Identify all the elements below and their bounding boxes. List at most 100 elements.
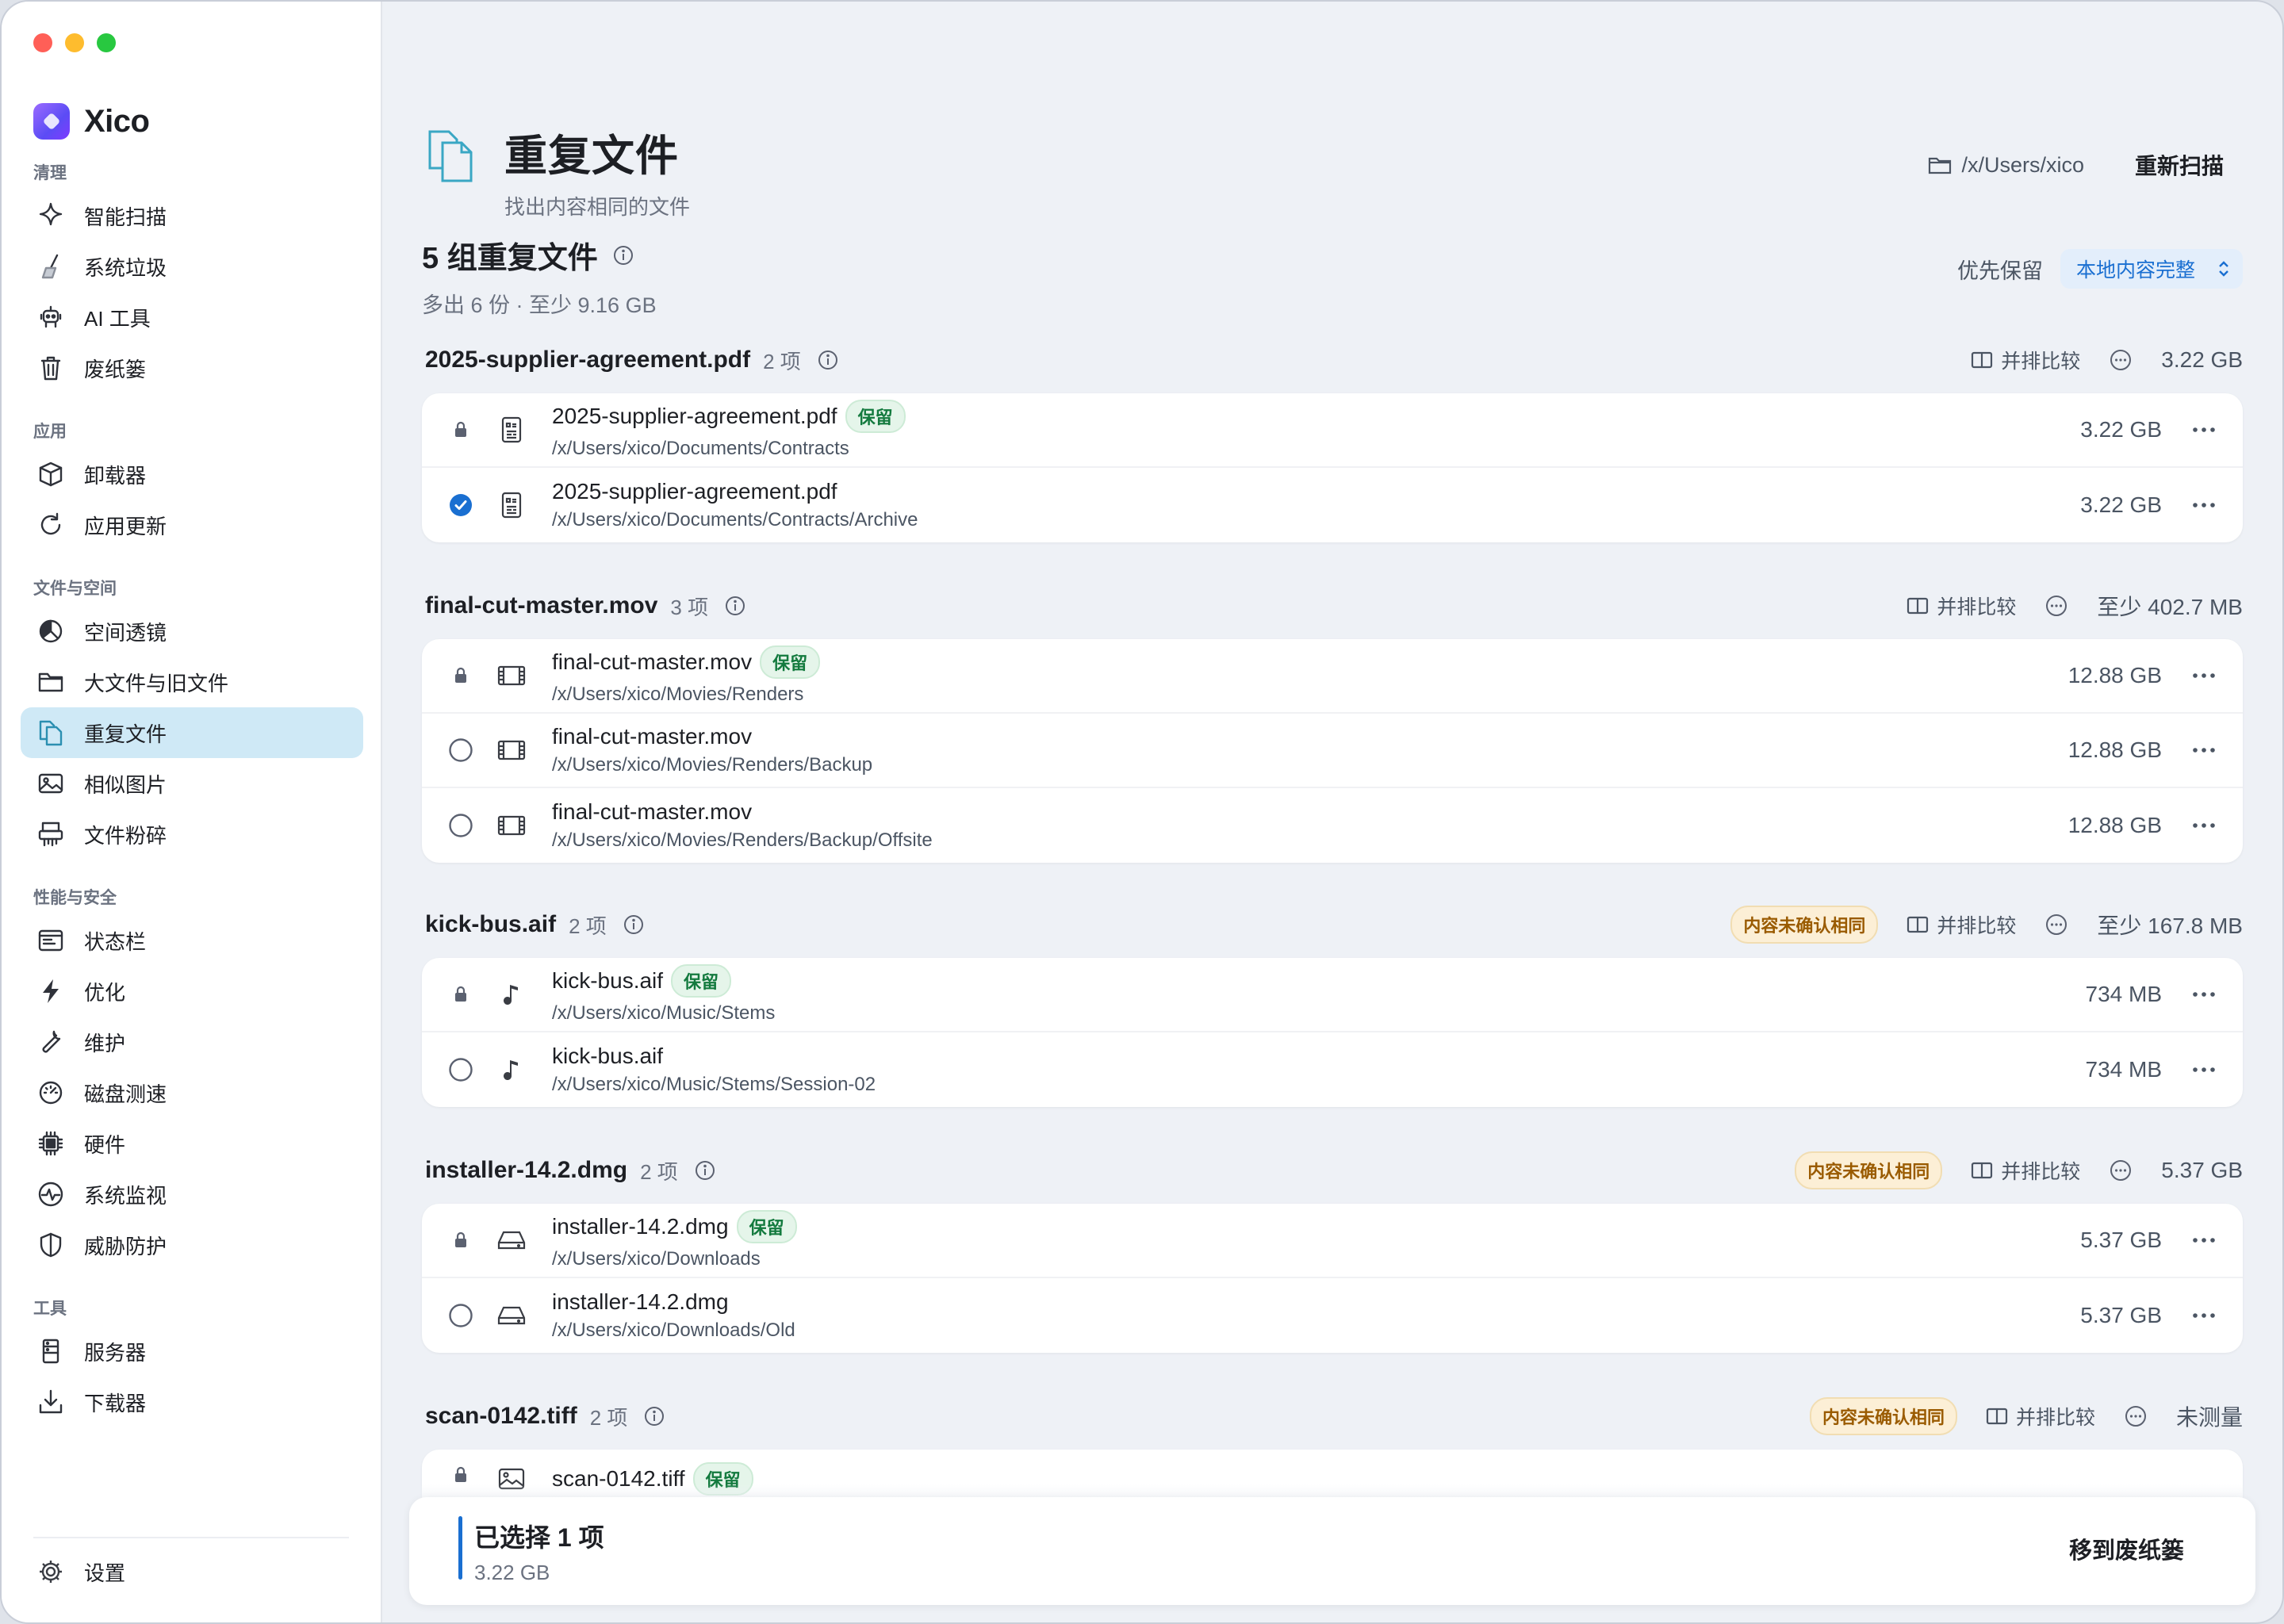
file-size: 734 MB (2085, 1057, 2163, 1082)
page-subtitle: 找出内容相同的文件 (504, 195, 691, 219)
file-text: final-cut-master.mov/x/Users/xico/Movies… (552, 724, 872, 776)
sidebar-item-bolt[interactable]: 优化 (21, 966, 363, 1017)
sidebar-item-shredder[interactable]: 文件粉碎 (21, 809, 363, 860)
more-icon[interactable] (2192, 822, 2216, 829)
scan-path-button[interactable]: /x/Users/xico (1928, 153, 2084, 178)
more-icon[interactable] (2192, 1067, 2216, 1073)
sidebar-item-duplicate[interactable]: 重复文件 (21, 707, 363, 758)
compare-button[interactable]: 并排比较 (1986, 1402, 2095, 1431)
checkbox[interactable] (433, 1303, 489, 1328)
more-icon[interactable] (2192, 1237, 2216, 1243)
file-row[interactable]: final-cut-master.mov 保留/x/Users/xico/Movi… (422, 639, 2243, 714)
checkbox[interactable] (433, 737, 489, 763)
more-icon[interactable] (2192, 427, 2216, 433)
sidebar-item-menubar[interactable]: 状态栏 (21, 915, 363, 966)
sidebar-item-server[interactable]: 服务器 (21, 1326, 363, 1377)
file-row[interactable]: final-cut-master.mov/x/Users/xico/Movies… (422, 714, 2243, 788)
server-icon (35, 1335, 67, 1367)
info-icon[interactable] (817, 349, 839, 371)
more-icon[interactable] (2192, 1312, 2216, 1319)
sidebar-divider (33, 1537, 349, 1538)
sidebar-item-robot[interactable]: AI 工具 (21, 292, 363, 343)
file-size: 734 MB (2085, 982, 2163, 1006)
file-row[interactable]: 2025-supplier-agreement.pdf 保留/x/Users/xi… (422, 393, 2243, 468)
checkbox[interactable] (433, 813, 489, 838)
move-to-trash-button[interactable]: 移到废纸篓 (2069, 1532, 2184, 1565)
sidebar-item-box[interactable]: 卸载器 (21, 449, 363, 500)
compare-button[interactable]: 并排比较 (1907, 910, 2016, 939)
checkbox[interactable] (433, 1057, 489, 1082)
file-list: 2025-supplier-agreement.pdf 保留/x/Users/xi… (422, 393, 2243, 542)
file-row[interactable]: installer-14.2.dmg/x/Users/xico/Download… (422, 1278, 2243, 1353)
file-text: installer-14.2.dmg 保留/x/Users/xico/Downlo… (552, 1210, 797, 1270)
keep-badge: 保留 (671, 964, 732, 998)
file-name: kick-bus.aif (552, 968, 664, 993)
sidebar-item-broom[interactable]: 系统垃圾 (21, 241, 363, 292)
more-icon[interactable] (2192, 672, 2216, 679)
more-circle-icon[interactable] (2109, 1159, 2133, 1182)
compare-button[interactable]: 并排比较 (1971, 1156, 2080, 1185)
file-row[interactable]: installer-14.2.dmg 保留/x/Users/xico/Downlo… (422, 1204, 2243, 1278)
file-row[interactable]: final-cut-master.mov/x/Users/xico/Movies… (422, 788, 2243, 863)
film-file-icon (495, 733, 528, 767)
keep-badge: 保留 (736, 1210, 797, 1243)
sidebar-item-chip[interactable]: 硬件 (21, 1118, 363, 1169)
info-icon[interactable] (724, 595, 746, 617)
file-row[interactable]: kick-bus.aif 保留/x/Users/xico/Music/Stems 7… (422, 958, 2243, 1032)
info-icon[interactable] (643, 1405, 665, 1427)
info-icon[interactable] (694, 1159, 716, 1182)
page-header: 重复文件 找出内容相同的文件 (425, 121, 690, 220)
more-icon[interactable] (2192, 502, 2216, 508)
sidebar-item-wrench[interactable]: 维护 (21, 1017, 363, 1067)
film-file-icon (495, 809, 528, 842)
sidebar-item-pulse[interactable]: 系统监视 (21, 1169, 363, 1220)
file-name-line: installer-14.2.dmg 保留 (552, 1210, 797, 1243)
file-row[interactable]: kick-bus.aif/x/Users/xico/Music/Stems/Se… (422, 1032, 2243, 1107)
minimize-window-button[interactable] (65, 33, 84, 52)
sidebar-section-gap (2, 860, 382, 882)
sidebar-item-image[interactable]: 相似图片 (21, 758, 363, 809)
close-window-button[interactable] (33, 33, 52, 52)
wrench-icon (35, 1026, 67, 1058)
compare-button[interactable]: 并排比较 (1971, 346, 2080, 374)
more-icon[interactable] (2192, 747, 2216, 753)
keep-preference-select[interactable]: 本地内容完整 (2060, 249, 2243, 289)
file-name-line: 2025-supplier-agreement.pdf (552, 479, 918, 504)
sidebar-item-trash[interactable]: 废纸篓 (21, 343, 363, 393)
info-icon[interactable] (612, 244, 634, 266)
file-name: final-cut-master.mov (552, 724, 753, 749)
compare-label: 并排比较 (2001, 1161, 2081, 1183)
file-size: 5.37 GB (2080, 1303, 2162, 1327)
file-list: final-cut-master.mov 保留/x/Users/xico/Movi… (422, 639, 2243, 863)
disk-file-icon (495, 1224, 528, 1257)
keep-preference-value: 本地内容完整 (2075, 259, 2195, 282)
sidebar-item-shield[interactable]: 威胁防护 (21, 1220, 363, 1270)
selection-accent (458, 1516, 462, 1580)
info-icon[interactable] (623, 914, 645, 936)
file-row[interactable]: 2025-supplier-agreement.pdf/x/Users/xico… (422, 468, 2243, 542)
rescan-button[interactable]: 重新扫描 (2121, 141, 2238, 189)
trash-icon (35, 352, 67, 384)
file-name: 2025-supplier-agreement.pdf (552, 404, 837, 428)
sidebar-item-refresh[interactable]: 应用更新 (21, 500, 363, 550)
sidebar-item-settings[interactable]: 设置 (21, 1546, 363, 1597)
more-icon[interactable] (2192, 991, 2216, 998)
checkbox-checked[interactable] (433, 492, 489, 518)
sidebar-item-folder[interactable]: 大文件与旧文件 (21, 657, 363, 707)
broom-icon (35, 251, 67, 282)
file-path: /x/Users/xico/Music/Stems/Session-02 (552, 1074, 876, 1095)
more-circle-icon[interactable] (2044, 594, 2068, 618)
sidebar-item-sparkle[interactable]: 智能扫描 (21, 190, 363, 241)
sidebar-item-download[interactable]: 下载器 (21, 1377, 363, 1427)
group-actions: 内容未确认相同 并排比较 至少 167.8 MB (1730, 906, 2243, 944)
more-circle-icon[interactable] (2124, 1404, 2148, 1428)
sidebar-item-gauge[interactable]: 磁盘测速 (21, 1067, 363, 1118)
more-circle-icon[interactable] (2109, 348, 2133, 372)
zoom-window-button[interactable] (97, 33, 116, 52)
more-circle-icon[interactable] (2044, 913, 2068, 936)
group-header: scan-0142.tiff 2 项 内容未确认相同 并排比较 未测量 (422, 1392, 2243, 1440)
keep-preference-label: 优先保留 (1956, 259, 2043, 283)
compare-button[interactable]: 并排比较 (1907, 592, 2016, 620)
file-path: /x/Users/xico/Music/Stems (552, 1002, 776, 1024)
sidebar-item-pie[interactable]: 空间透镜 (21, 606, 363, 657)
